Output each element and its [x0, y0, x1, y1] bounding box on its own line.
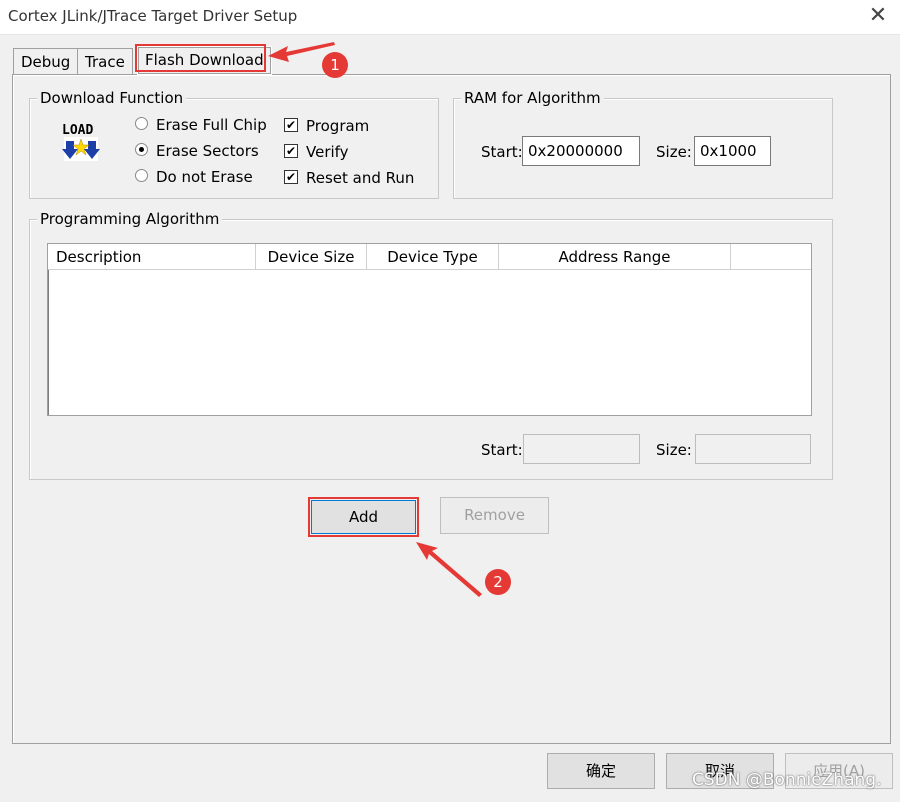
algo-start-input[interactable] [523, 434, 640, 464]
ram-for-algorithm-label: RAM for Algorithm [461, 89, 604, 107]
tab-flash-download[interactable]: Flash Download [137, 46, 272, 75]
checkmark-icon: ✔ [284, 169, 298, 184]
radio-do-not-erase[interactable]: Do not Erase [135, 167, 253, 187]
algo-start-label: Start: [481, 441, 523, 459]
ram-size-input[interactable]: 0x1000 [694, 136, 771, 166]
radio-label: Erase Full Chip [156, 116, 267, 134]
load-icon-text: LOAD [62, 123, 93, 138]
checkmark-icon: ✔ [284, 117, 298, 132]
ok-button[interactable]: 确定 [547, 753, 655, 789]
radio-label: Do not Erase [156, 168, 253, 186]
radio-erase-full-chip[interactable]: Erase Full Chip [135, 115, 267, 135]
title-bar: Cortex JLink/JTrace Target Driver Setup … [0, 0, 900, 35]
checkbox-label: Program [306, 117, 370, 135]
checkbox-label: Verify [306, 143, 349, 161]
column-header-address-range[interactable]: Address Range [499, 244, 731, 270]
algorithm-table[interactable]: Description Device Size Device Type Addr… [47, 243, 812, 416]
close-icon[interactable]: ✕ [866, 5, 890, 29]
ram-start-input[interactable]: 0x20000000 [522, 136, 640, 166]
column-header-device-type[interactable]: Device Type [367, 244, 499, 270]
load-icon: LOAD [60, 121, 102, 163]
checkbox-verify[interactable]: ✔ Verify [284, 142, 349, 162]
algo-size-label: Size: [656, 441, 692, 459]
annotation-badge-2: 2 [485, 569, 511, 595]
radio-circle [135, 143, 148, 156]
radio-circle [135, 117, 148, 130]
watermark-text: CSDN @BonnieZhang. [692, 770, 882, 790]
ram-start-label: Start: [481, 143, 523, 161]
radio-circle [135, 169, 148, 182]
column-header-device-size[interactable]: Device Size [256, 244, 367, 270]
checkbox-label: Reset and Run [306, 169, 415, 187]
column-header-filler [731, 244, 811, 270]
radio-label: Erase Sectors [156, 142, 259, 160]
add-button[interactable]: Add [311, 500, 416, 534]
download-function-label: Download Function [37, 89, 187, 107]
tab-debug[interactable]: Debug [13, 48, 79, 75]
tab-trace[interactable]: Trace [77, 48, 133, 75]
annotation-badge-1: 1 [322, 52, 348, 78]
checkmark-icon: ✔ [284, 143, 298, 158]
column-header-description[interactable]: Description [48, 244, 256, 270]
ram-size-label: Size: [656, 143, 692, 161]
checkbox-program[interactable]: ✔ Program [284, 116, 369, 136]
algo-size-input[interactable] [695, 434, 811, 464]
checkbox-reset-and-run[interactable]: ✔ Reset and Run [284, 168, 414, 188]
annotation-arrow-icon [416, 542, 482, 597]
window-title: Cortex JLink/JTrace Target Driver Setup [8, 7, 298, 25]
remove-button[interactable]: Remove [440, 497, 549, 534]
programming-algorithm-label: Programming Algorithm [37, 210, 223, 228]
radio-erase-sectors[interactable]: Erase Sectors [135, 141, 259, 161]
